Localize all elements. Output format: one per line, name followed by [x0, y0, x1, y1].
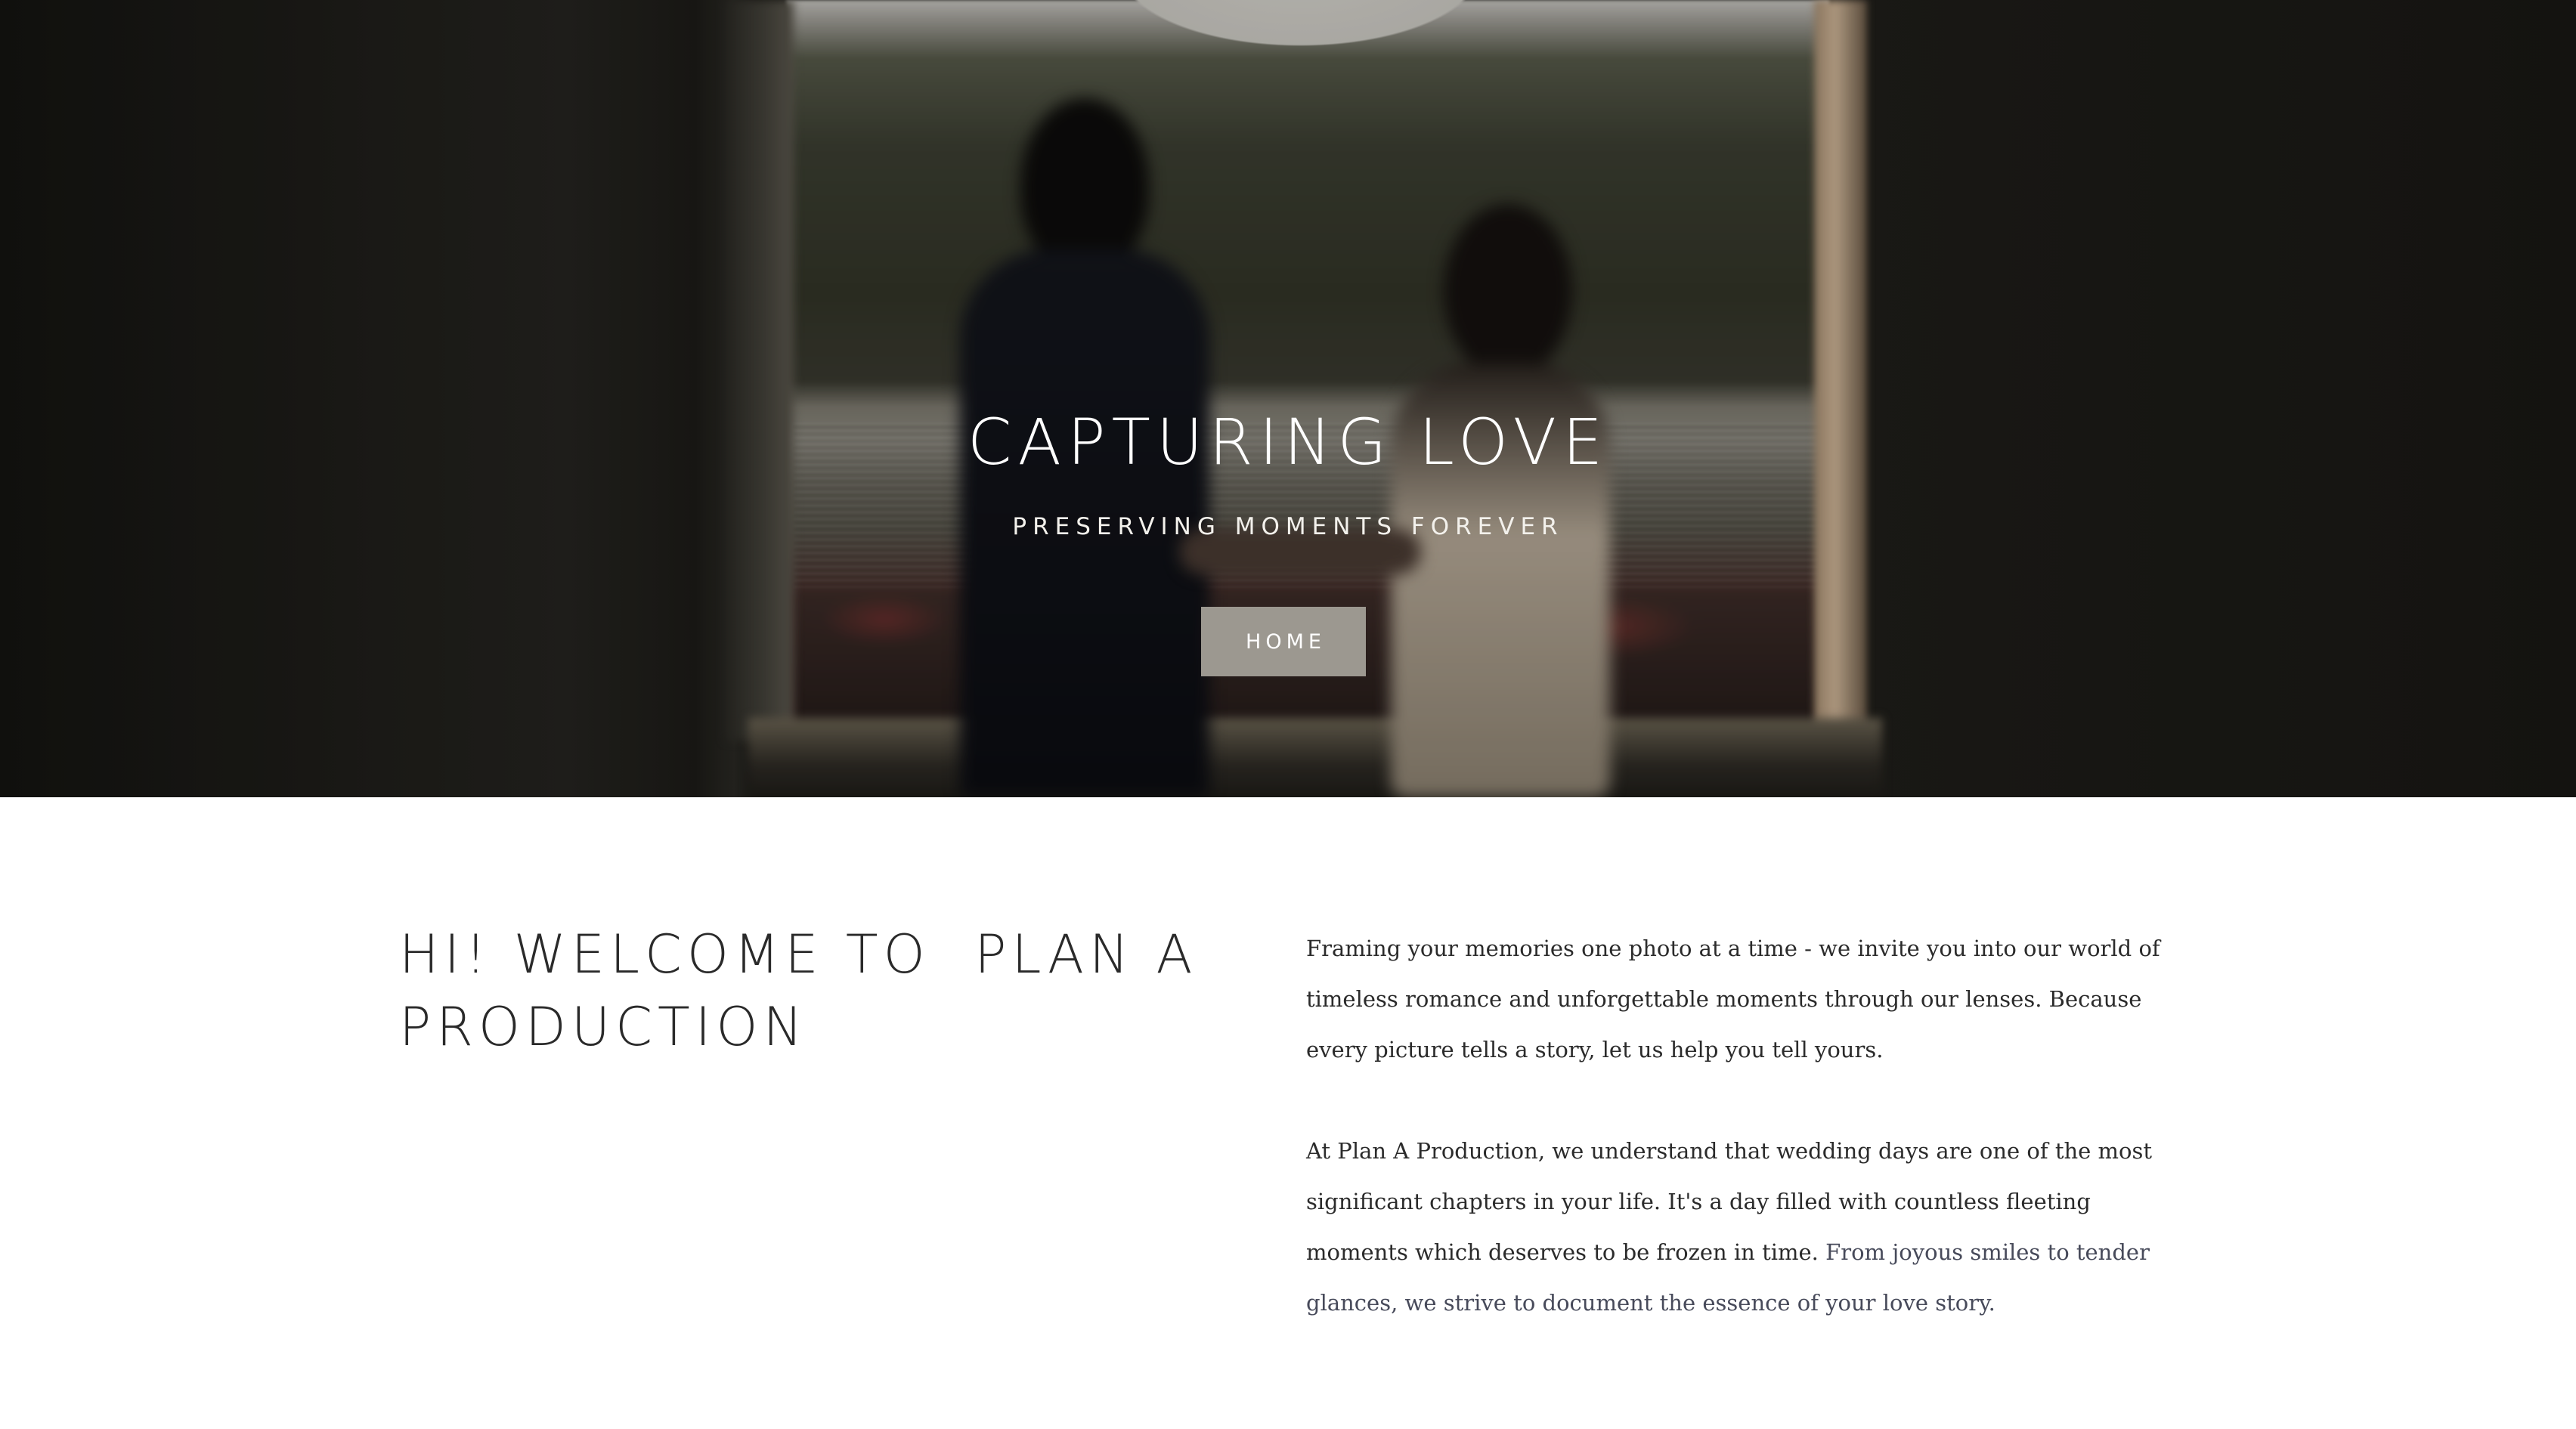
welcome-body: Framing your memories one photo at a tim… [1306, 923, 2191, 1379]
welcome-heading-line1: HI! WELCOME TO PLAN A [399, 923, 1198, 985]
welcome-heading-line2: PRODUCTION [399, 996, 808, 1058]
hero-subtitle: PRESERVING MOMENTS FOREVER [1012, 513, 1564, 540]
welcome-section: HI! WELCOME TO PLAN A PRODUCTION Framing… [0, 797, 2576, 1429]
welcome-heading: HI! WELCOME TO PLAN A PRODUCTION [399, 918, 1215, 1063]
home-button[interactable]: HOME [1201, 607, 1366, 676]
hero-banner: CAPTURING LOVE PRESERVING MOMENTS FOREVE… [0, 0, 2576, 797]
hero-title: CAPTURING LOVE [967, 405, 1609, 479]
hero-content: CAPTURING LOVE PRESERVING MOMENTS FOREVE… [0, 0, 2576, 797]
welcome-paragraph-1: Framing your memories one photo at a tim… [1306, 936, 2160, 1062]
welcome-paragraph-2: At Plan A Production, we understand that… [1306, 1126, 2191, 1328]
